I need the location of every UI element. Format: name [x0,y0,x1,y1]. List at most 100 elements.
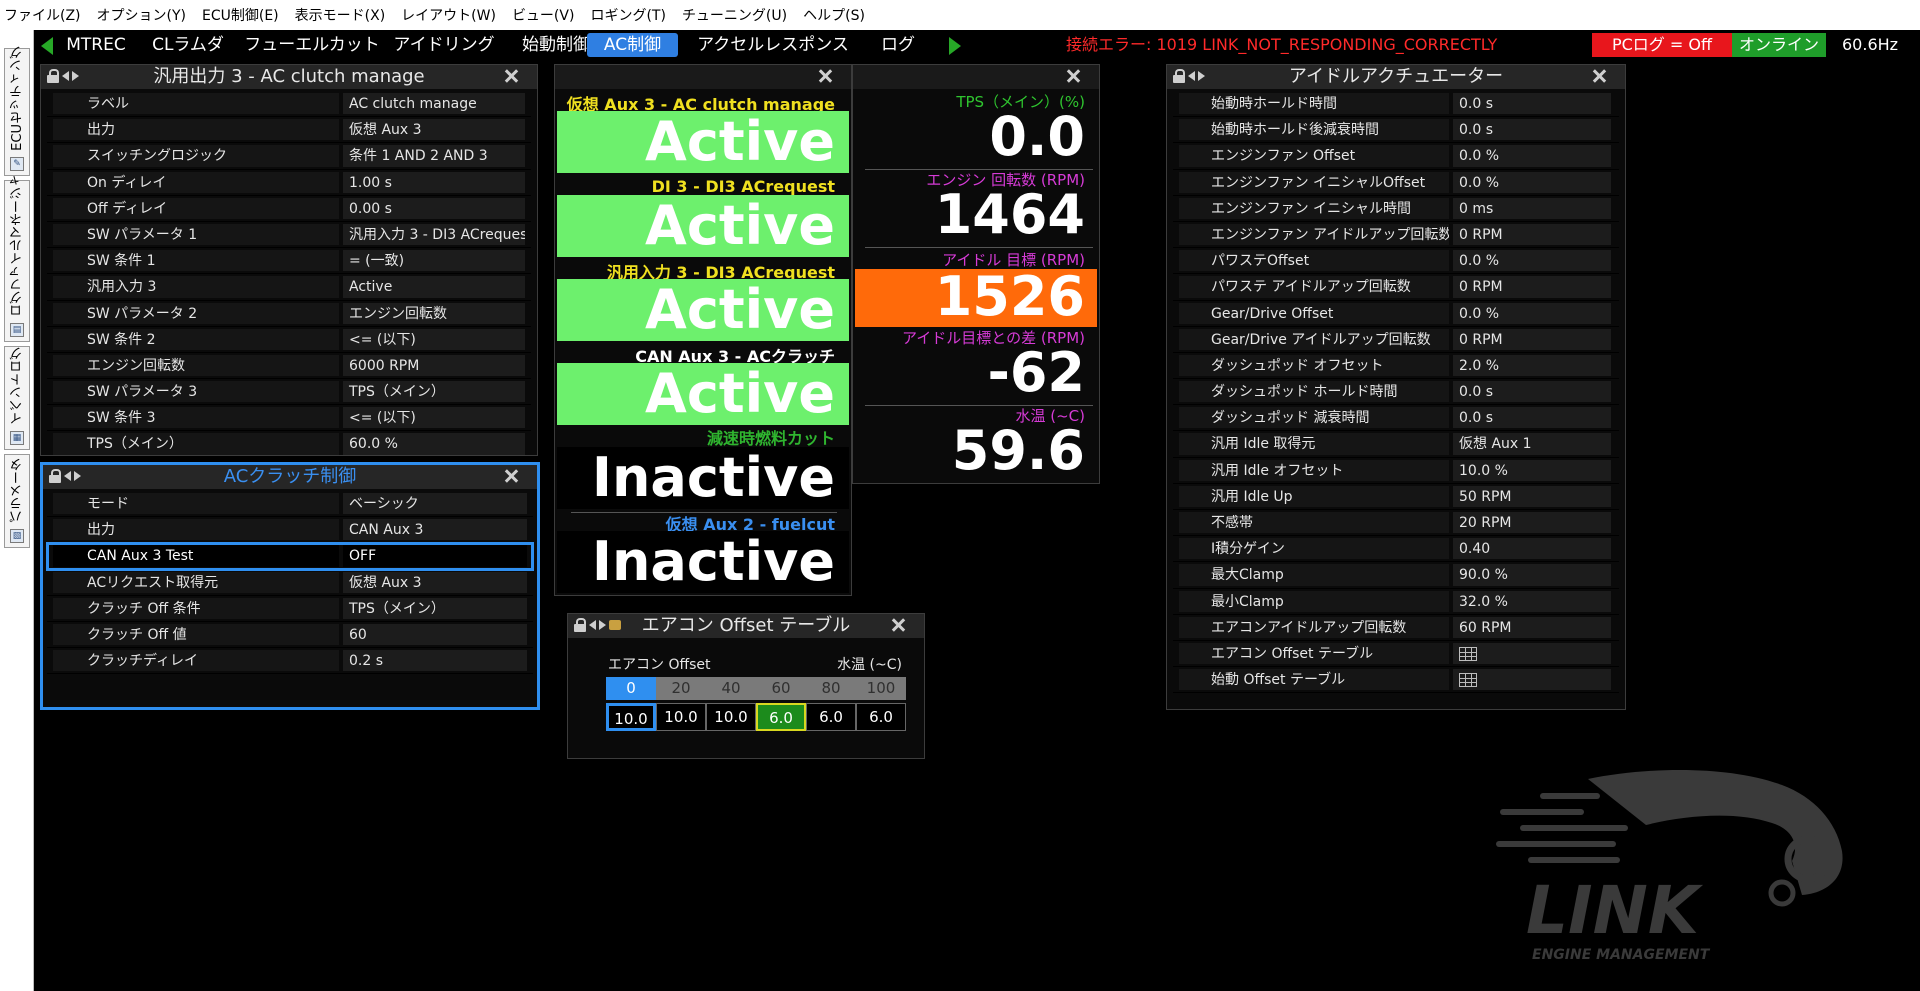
table-row[interactable]: 不感帯 20 RPM [1173,510,1619,537]
table-row[interactable]: エンジンファン イニシャルOffset 0.0 % [1173,170,1619,196]
table-row[interactable]: パワステ アイドルアップ回転数 0 RPM [1173,274,1619,301]
param-value[interactable]: 0.0 s [1453,119,1611,141]
table-row[interactable]: ACリクエスト取得元 仮想 Aux 3 [47,570,533,596]
param-value[interactable]: 0.00 s [343,197,525,219]
param-value[interactable]: 条件 1 AND 2 AND 3 [343,145,525,167]
param-value[interactable]: 0.0 % [1453,171,1611,193]
param-value[interactable]: TPS（メイン） [343,597,527,619]
param-value[interactable]: 10.0 % [1453,459,1611,481]
table-header-cell[interactable]: 0 [606,677,656,700]
table-grid-icon[interactable] [1459,673,1477,688]
tab-fuel-cut[interactable]: フューエルカット [242,33,382,57]
table-row[interactable]: ラベル AC clutch manage [47,91,531,118]
table-row[interactable]: スイッチングロジック 条件 1 AND 2 AND 3 [47,143,531,170]
table-row[interactable]: 始動 Offset テーブル [1173,667,1619,694]
param-value[interactable]: CAN Aux 3 [343,519,527,541]
table-row[interactable]: 出力 CAN Aux 3 [47,517,533,544]
table-row[interactable]: 汎用 Idle Up 50 RPM [1173,484,1619,510]
table-header-cell[interactable]: 60 [756,677,806,700]
online-status[interactable]: オンライン [1732,33,1826,57]
param-value[interactable]: 0 RPM [1453,328,1611,350]
param-value[interactable]: 0.0 s [1453,93,1611,115]
param-value[interactable]: 90.0 % [1453,564,1611,586]
tab-ac-control[interactable]: AC制御 [587,33,678,57]
param-value[interactable]: 0.40 [1453,538,1611,560]
table-row[interactable]: 汎用入力 3 Active [47,274,531,301]
table-row[interactable]: 出力 仮想 Aux 3 [47,117,531,144]
table-row[interactable]: ダッシュポッド ホールド時間 0.0 s [1173,379,1619,406]
table-row[interactable]: SW パラメータ 2 エンジン回転数 [47,301,531,327]
param-value[interactable]: 0 RPM [1453,223,1611,246]
table-value-cell[interactable]: 6.0 [856,703,906,731]
table-row[interactable]: クラッチディレイ 0.2 s [47,648,533,675]
param-value[interactable]: 汎用入力 3 - DI3 ACrequest [343,223,525,246]
param-value[interactable]: 0 ms [1453,197,1611,219]
table-row[interactable]: SW パラメータ 3 TPS（メイン） [47,379,531,406]
table-row[interactable]: クラッチ Off 値 60 [47,622,533,649]
menu-logging[interactable]: ロギング(T) [590,5,665,25]
menu-options[interactable]: オプション(Y) [97,5,186,25]
sidebar-tab-parameters[interactable]: パラメータ ▧ [4,454,30,548]
param-value[interactable]: <= (以下) [343,328,525,350]
table-row[interactable]: ダッシュポッド オフセット 2.0 % [1173,353,1619,380]
sidebar-tab-event-log[interactable]: イベントログ ▦ [4,346,30,450]
menu-file[interactable]: ファイル(Z) [4,5,81,25]
sidebar-tab-ecu-settings[interactable]: ECUセッティング ✎ [4,46,30,176]
param-value[interactable]: 1.00 s [343,171,525,193]
param-value[interactable]: 20 RPM [1453,512,1611,534]
table-row[interactable]: パワステOffset 0.0 % [1173,248,1619,275]
table-grid-icon[interactable] [1459,646,1477,661]
tab-accel-response[interactable]: アクセルレスポンス [690,33,856,57]
tab-log[interactable]: ログ [868,33,928,57]
table-header-cell[interactable]: 100 [856,677,906,700]
tab-idle[interactable]: アイドリング [382,33,506,57]
table-row[interactable]: エアコン Offset テーブル [1173,641,1619,668]
param-value[interactable]: 0.0 % [1453,145,1611,167]
scroll-right-arrow-icon[interactable] [949,37,961,55]
param-value[interactable]: 60 RPM [1453,616,1611,638]
menu-display-mode[interactable]: 表示モード(X) [295,5,386,25]
close-icon[interactable] [890,617,906,633]
table-row[interactable]: 汎用 Idle 取得元 仮想 Aux 1 [1173,431,1619,458]
table-header-cell[interactable]: 40 [706,677,756,700]
param-value[interactable]: 60 [343,623,527,646]
table-row[interactable]: Gear/Drive アイドルアップ回転数 0 RPM [1173,327,1619,353]
table-row[interactable]: クラッチ Off 条件 TPS（メイン） [47,596,533,622]
close-icon[interactable] [503,68,519,84]
table-row[interactable]: 最大Clamp 90.0 % [1173,562,1619,589]
table-row[interactable]: SW パラメータ 1 汎用入力 3 - DI3 ACrequest [47,222,531,249]
param-value[interactable]: 0.0 s [1453,381,1611,403]
param-value[interactable] [1453,669,1611,691]
table-row[interactable]: ダッシュポッド 減衰時間 0.0 s [1173,405,1619,432]
close-icon[interactable] [817,68,833,84]
table-row[interactable]: TPS（メイン） 60.0 % [47,431,531,458]
table-row[interactable]: SW 条件 1 = (一致) [47,248,531,275]
table-row[interactable]: エンジンファン Offset 0.0 % [1173,143,1619,170]
param-value[interactable]: 仮想 Aux 1 [1453,433,1611,455]
param-value[interactable]: 6000 RPM [343,354,525,377]
menu-view[interactable]: ビュー(V) [512,5,575,25]
table-row[interactable]: エンジン回転数 6000 RPM [47,353,531,380]
menu-tuning[interactable]: チューニング(U) [682,5,787,25]
table-row[interactable]: エンジンファン アイドルアップ回転数 0 RPM [1173,222,1619,249]
table-row[interactable]: SW 条件 2 <= (以下) [47,327,531,353]
pc-log-status[interactable]: PCログ = Off [1592,33,1732,57]
param-value[interactable]: AC clutch manage [343,93,525,115]
menu-ecu-control[interactable]: ECU制御(E) [202,5,279,25]
param-value[interactable] [1453,642,1611,665]
param-value[interactable]: 2.0 % [1453,354,1611,377]
table-row[interactable]: I積分ゲイン 0.40 [1173,536,1619,563]
param-value[interactable]: エンジン回転数 [343,302,525,324]
param-value[interactable]: 0.0 s [1453,407,1611,429]
tab-cl-lambda[interactable]: CLラムダ [146,33,230,57]
param-value[interactable]: ベーシック [343,493,527,515]
param-value[interactable]: 50 RPM [1453,485,1611,507]
close-icon[interactable] [1591,68,1607,84]
param-value[interactable]: 0.2 s [343,650,527,672]
table-value-cell[interactable]: 6.0 [806,703,856,731]
param-value[interactable]: 仮想 Aux 3 [343,119,525,141]
table-row[interactable]: 始動時ホールド後減衰時間 0.0 s [1173,117,1619,144]
param-value[interactable]: 0 RPM [1453,276,1611,298]
param-value[interactable]: 0.0 % [1453,250,1611,272]
table-row[interactable]: 始動時ホールド時間 0.0 s [1173,91,1619,118]
